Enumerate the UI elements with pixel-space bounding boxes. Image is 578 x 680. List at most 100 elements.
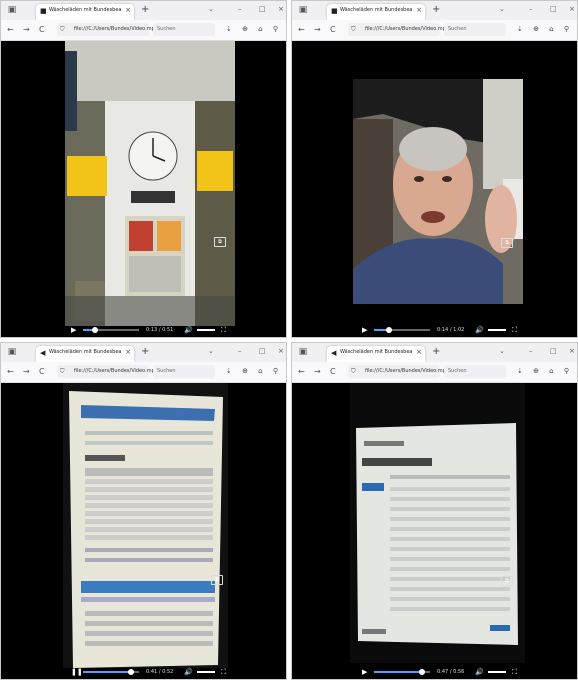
reload-icon[interactable]: C [330, 25, 336, 34]
minimize-icon[interactable]: – [529, 347, 533, 355]
fullscreen-icon[interactable]: ⛶ [512, 326, 517, 335]
browser-window-4: ▣ ◀ Wäscheläden mit Bundesbeamten × + ⌄ … [291, 342, 578, 680]
close-window-icon[interactable]: × [569, 5, 575, 13]
time-display: 0:47 / 0:56 [437, 669, 465, 675]
toolbar-icons[interactable]: ⇣ ⊕ ⌂ ⚲ [517, 367, 573, 375]
picture-in-picture-icon[interactable]: ⧉ [214, 237, 226, 247]
maximize-icon[interactable]: □ [259, 5, 266, 13]
play-icon[interactable]: ▶ [362, 326, 367, 334]
seek-thumb[interactable] [386, 327, 392, 333]
fullscreen-icon[interactable]: ⛶ [221, 326, 226, 335]
picture-in-picture-icon[interactable]: ⧉ [501, 238, 513, 248]
video-frame[interactable] [63, 383, 228, 668]
search-placeholder: Suchen [157, 26, 176, 32]
minimize-icon[interactable]: – [238, 5, 242, 13]
search-input[interactable]: Suchen [153, 23, 215, 36]
tab-bar: ▣ ◀ Wäscheläden mit Bundesbeamten × + ⌄ … [292, 343, 577, 362]
seek-thumb[interactable] [419, 669, 425, 675]
tabs-dropdown-icon[interactable]: ⌄ [208, 5, 214, 13]
reload-icon[interactable]: C [39, 25, 45, 34]
search-input[interactable]: Suchen [444, 365, 506, 378]
tab-active[interactable]: ■ Wäscheläden mit Bundesbeamten × [327, 4, 425, 20]
close-window-icon[interactable]: × [569, 347, 575, 355]
seek-bar[interactable] [374, 327, 430, 333]
shield-icon: ⛉ [60, 26, 65, 33]
new-tab-icon[interactable]: + [432, 4, 440, 15]
tabs-dropdown-icon[interactable]: ⌄ [208, 347, 214, 355]
url-bar[interactable]: ⛉ file:///C:/Users/Bundes/Video.mp4 [57, 365, 158, 378]
reload-icon[interactable]: C [330, 367, 336, 376]
volume-icon[interactable]: 🔊 [184, 668, 193, 676]
video-frame[interactable] [353, 79, 523, 304]
play-icon[interactable]: ▶ [71, 326, 76, 334]
tab-close-icon[interactable]: × [125, 348, 131, 356]
toolbar-icons[interactable]: ⇣ ⊕ ⌂ ⚲ [226, 25, 282, 33]
back-icon[interactable]: ← [7, 367, 14, 376]
forward-icon[interactable]: → [314, 25, 321, 34]
volume-slider[interactable] [197, 671, 215, 673]
maximize-icon[interactable]: □ [550, 5, 557, 13]
seek-thumb[interactable] [128, 669, 134, 675]
video-scene-monitor [63, 383, 228, 668]
tab-close-icon[interactable]: × [416, 6, 422, 14]
shield-icon: ⛉ [351, 26, 356, 33]
url-bar[interactable]: ⛉ file:///C:/Users/Bundes/Video.mp4 [348, 23, 449, 36]
tab-close-icon[interactable]: × [416, 348, 422, 356]
volume-icon[interactable]: 🔊 [184, 326, 193, 334]
search-input[interactable]: Suchen [153, 365, 215, 378]
volume-icon[interactable]: 🔊 [475, 668, 484, 676]
tab-list-icon[interactable]: ▣ [297, 5, 309, 16]
tab-active[interactable]: ◀ Wäscheläden mit Bundesbeamten × [36, 346, 134, 362]
volume-icon[interactable]: 🔊 [475, 326, 484, 334]
seek-bar[interactable] [83, 669, 139, 675]
minimize-icon[interactable]: – [529, 5, 533, 13]
new-tab-icon[interactable]: + [432, 346, 440, 357]
back-icon[interactable]: ← [7, 25, 14, 34]
tab-list-icon[interactable]: ▣ [6, 5, 18, 16]
forward-icon[interactable]: → [23, 25, 30, 34]
toolbar-icons[interactable]: ⇣ ⊕ ⌂ ⚲ [517, 25, 573, 33]
reload-icon[interactable]: C [39, 367, 45, 376]
browser-window-3: ▣ ◀ Wäscheläden mit Bundesbeamten × + ⌄ … [0, 342, 287, 680]
search-input[interactable]: Suchen [444, 23, 506, 36]
tab-list-icon[interactable]: ▣ [6, 347, 18, 358]
back-icon[interactable]: ← [298, 367, 305, 376]
seek-fill [374, 671, 422, 673]
fullscreen-icon[interactable]: ⛶ [512, 668, 517, 677]
seek-thumb[interactable] [92, 327, 98, 333]
tabs-dropdown-icon[interactable]: ⌄ [499, 347, 505, 355]
seek-bar[interactable] [83, 327, 139, 333]
tab-active[interactable]: ■ Wäscheläden mit Bundesbeamten × [36, 4, 134, 20]
minimize-icon[interactable]: – [238, 347, 242, 355]
fullscreen-icon[interactable]: ⛶ [221, 668, 226, 677]
pause-icon[interactable]: ❚❚ [71, 668, 83, 676]
picture-in-picture-icon[interactable]: ⧉ [211, 575, 223, 585]
forward-icon[interactable]: → [314, 367, 321, 376]
toolbar-icons[interactable]: ⇣ ⊕ ⌂ ⚲ [226, 367, 282, 375]
url-bar[interactable]: ⛉ file:///C:/Users/Bundes/Video.mp4 [57, 23, 158, 36]
close-window-icon[interactable]: × [278, 5, 284, 13]
close-window-icon[interactable]: × [278, 347, 284, 355]
video-frame[interactable] [350, 383, 525, 663]
forward-icon[interactable]: → [23, 367, 30, 376]
maximize-icon[interactable]: □ [550, 347, 557, 355]
volume-slider[interactable] [488, 329, 506, 331]
search-placeholder: Suchen [157, 368, 176, 374]
new-tab-icon[interactable]: + [141, 4, 149, 15]
picture-in-picture-icon[interactable]: ⧉ [501, 576, 513, 586]
play-icon[interactable]: ▶ [362, 668, 367, 676]
volume-slider[interactable] [488, 671, 506, 673]
tab-active[interactable]: ◀ Wäscheläden mit Bundesbeamten × [327, 346, 425, 362]
maximize-icon[interactable]: □ [259, 347, 266, 355]
url-text: file:///C:/Users/Bundes/Video.mp4 [74, 368, 158, 374]
back-icon[interactable]: ← [298, 25, 305, 34]
new-tab-icon[interactable]: + [141, 346, 149, 357]
seek-bar[interactable] [374, 669, 430, 675]
video-frame[interactable] [65, 41, 235, 326]
tab-close-icon[interactable]: × [125, 6, 131, 14]
tab-list-icon[interactable]: ▣ [297, 347, 309, 358]
tab-title: Wäscheläden mit Bundesbeamten [49, 349, 121, 355]
tabs-dropdown-icon[interactable]: ⌄ [499, 5, 505, 13]
volume-slider[interactable] [197, 329, 215, 331]
url-bar[interactable]: ⛉ file:///C:/Users/Bundes/Video.mp4 [348, 365, 449, 378]
